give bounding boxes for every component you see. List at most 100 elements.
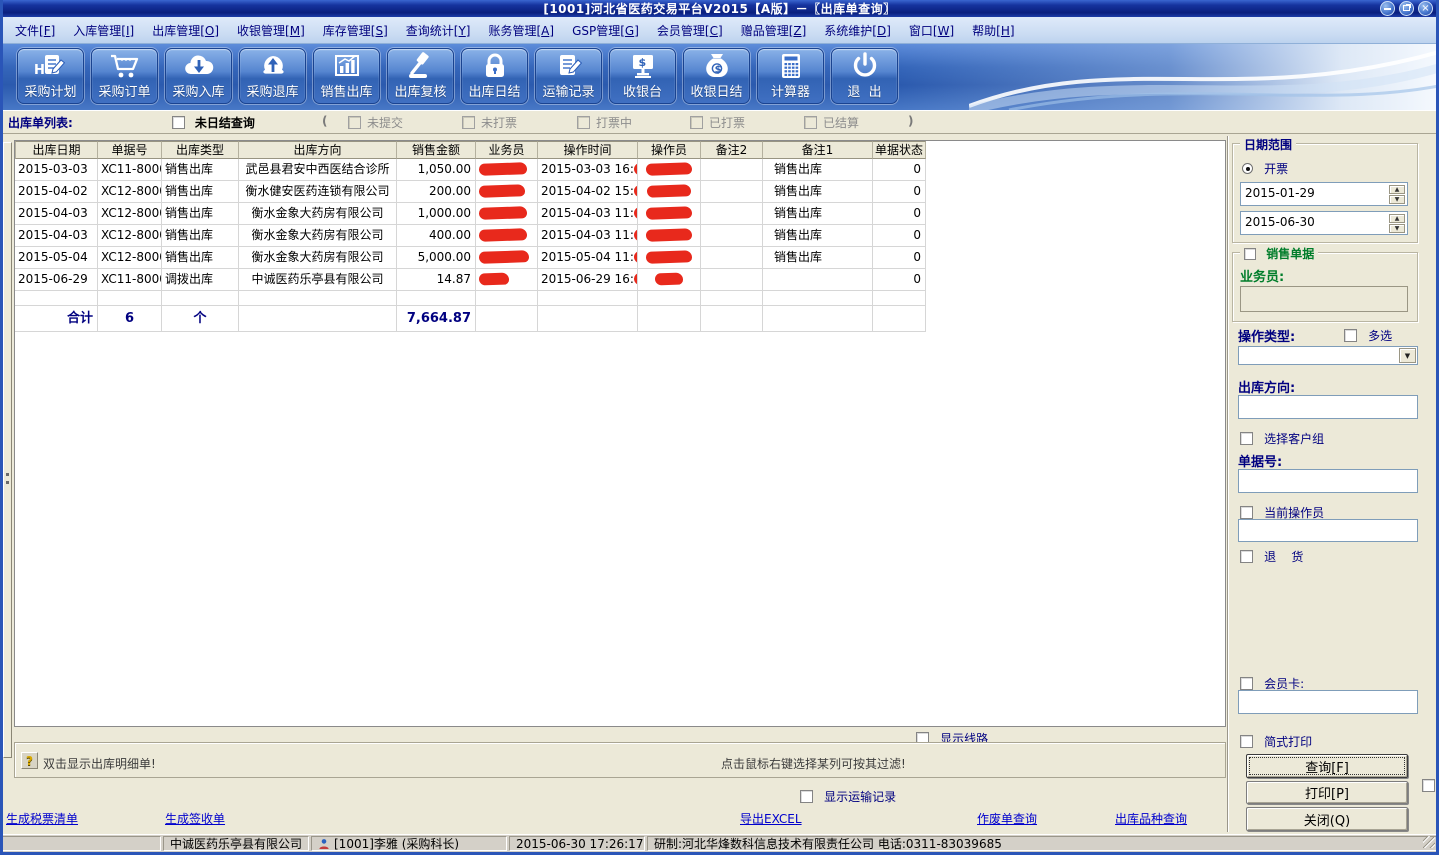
toolbar-button-cashier-dayend[interactable]: $收银日结 — [683, 48, 750, 104]
status-filter-checkbox[interactable] — [348, 116, 361, 129]
date-to-input[interactable]: 2015-06-30 ▲▼ — [1240, 211, 1408, 235]
menu-item-Y[interactable]: 查询统计[Y] — [397, 19, 480, 42]
summary-unit: 个 — [162, 306, 239, 332]
menu-item-C[interactable]: 会员管理[C] — [648, 19, 732, 42]
combobox-dropdown-icon[interactable]: ▼ — [1399, 348, 1416, 363]
table-row[interactable]: 2015-04-03XC12-80003销售出库衡水金象大药房有限公司1,000… — [15, 203, 926, 225]
cell-6: 2015-05-04 11: — [538, 247, 638, 269]
column-header-0[interactable]: 出库日期 — [15, 141, 98, 159]
status-filter-checkbox[interactable] — [804, 116, 817, 129]
cell-0: 2015-03-03 — [15, 159, 98, 181]
column-header-2[interactable]: 出库类型 — [162, 141, 239, 159]
column-header-8[interactable]: 备注2 — [701, 141, 763, 159]
close-button[interactable]: × — [1418, 1, 1433, 16]
redaction-mark — [479, 228, 527, 242]
cell-5 — [476, 203, 538, 225]
menu-item-H[interactable]: 帮助[H] — [963, 19, 1023, 42]
cell-10: 0 — [873, 225, 926, 247]
date-from-value: 2015-01-29 — [1245, 186, 1315, 200]
multi-select-checkbox[interactable] — [1344, 329, 1357, 342]
menu-item-A[interactable]: 账务管理[A] — [479, 19, 563, 42]
toolbar-button-purchase-plan[interactable]: H采购计划 — [17, 48, 84, 104]
column-header-6[interactable]: 操作时间 — [538, 141, 638, 159]
table-row[interactable]: 2015-03-03XC11-80001销售出库武邑县君安中西医结合诊所1,05… — [15, 159, 926, 181]
column-header-5[interactable]: 业务员 — [476, 141, 538, 159]
column-header-7[interactable]: 操作员 — [638, 141, 701, 159]
print-button[interactable]: 打印[P] — [1246, 781, 1408, 804]
date-to-spin-down-icon[interactable]: ▼ — [1389, 224, 1405, 233]
show-transport-checkbox[interactable] — [800, 790, 813, 803]
table-row[interactable]: 2015-04-03XC12-80004销售出库衡水金象大药房有限公司400.0… — [15, 225, 926, 247]
table-row[interactable]: 2015-04-02XC12-80002销售出库衡水健安医药连锁有限公司200.… — [15, 181, 926, 203]
generate-tax-list-link[interactable]: 生成税票清单 — [6, 810, 78, 827]
export-excel-link[interactable]: 导出EXCEL — [740, 810, 802, 827]
menu-item-S[interactable]: 库存管理[S] — [314, 19, 397, 42]
menu-item-I[interactable]: 入库管理[I] — [64, 19, 143, 42]
toolbar-button-transport-record[interactable]: 运输记录 — [535, 48, 602, 104]
restore-button[interactable] — [1399, 1, 1414, 16]
toolbar-button-calculator[interactable]: 计算器 — [757, 48, 824, 104]
return-goods-checkbox[interactable] — [1240, 550, 1253, 563]
column-header-3[interactable]: 出库方向 — [239, 141, 397, 159]
void-doc-query-link[interactable]: 作废单查询 — [977, 810, 1037, 827]
date-to-spin-up-icon[interactable]: ▲ — [1389, 214, 1405, 223]
cell-2: 销售出库 — [162, 181, 239, 203]
toolbar-button-out-dayend[interactable]: 出库日结 — [461, 48, 528, 104]
cell-1: XC12-80004 — [98, 225, 162, 247]
menu-item-G[interactable]: GSP管理[G] — [563, 19, 648, 42]
status-filter-checkbox[interactable] — [462, 116, 475, 129]
toolbar-button-out-review[interactable]: 出库复核 — [387, 48, 454, 104]
menu-item-O[interactable]: 出库管理[O] — [143, 19, 228, 42]
menu-item-M[interactable]: 收银管理[M] — [228, 19, 314, 42]
toolbar-button-cashier[interactable]: $收银台 — [609, 48, 676, 104]
close-query-button[interactable]: 关闭(Q) — [1246, 807, 1408, 831]
redaction-mark — [479, 184, 525, 198]
show-transport-label: 显示运输记录 — [824, 790, 896, 804]
toolbar-button-exit[interactable]: 退 出 — [831, 48, 898, 104]
left-splitter[interactable] — [3, 142, 12, 758]
table-row[interactable]: 2015-05-04XC12-80005销售出库衡水金象大药房有限公司5,000… — [15, 247, 926, 269]
double-click-hint: 双击显示出库明细单! — [43, 755, 156, 772]
sales-doc-checkbox[interactable] — [1244, 248, 1256, 260]
table-row[interactable]: 2015-06-29XC11-80002调拨出库中诚医药乐亭县有限公司14.87… — [15, 269, 926, 291]
column-header-10[interactable]: 单据状态 — [873, 141, 926, 159]
salesperson-input[interactable] — [1240, 286, 1408, 312]
simple-print-checkbox[interactable] — [1240, 735, 1253, 748]
operation-type-combobox[interactable]: ▼ — [1238, 346, 1418, 365]
clipped-checkbox[interactable] — [1422, 779, 1435, 792]
status-filter-checkbox[interactable] — [577, 116, 590, 129]
menu-item-D[interactable]: 系统维护[D] — [815, 19, 900, 42]
toolbar-button-purchase-in[interactable]: 采购入库 — [165, 48, 232, 104]
doc-no-input[interactable] — [1238, 469, 1418, 493]
member-card-checkbox[interactable] — [1240, 677, 1253, 690]
direction-input[interactable] — [1238, 395, 1418, 419]
resize-grip-icon[interactable] — [1423, 836, 1435, 848]
invoice-radio[interactable] — [1242, 163, 1253, 174]
customer-group-checkbox[interactable] — [1240, 432, 1253, 445]
menu-item-W[interactable]: 窗口[W] — [900, 19, 963, 42]
toolbar-button-purchase-order[interactable]: 采购订单 — [91, 48, 158, 104]
column-header-1[interactable]: 单据号 — [98, 141, 162, 159]
date-from-input[interactable]: 2015-01-29 ▲▼ — [1240, 182, 1408, 206]
doc-no-label: 单据号: — [1238, 451, 1282, 470]
toolbar-button-purchase-return[interactable]: 采购退库 — [239, 48, 306, 104]
date-from-spin-up-icon[interactable]: ▲ — [1389, 185, 1405, 194]
member-card-input[interactable] — [1238, 690, 1418, 714]
show-transport-option: 显示运输记录 — [800, 786, 896, 805]
purchase-return-icon — [256, 51, 290, 81]
menu-item-F[interactable]: 文件[F] — [6, 19, 64, 42]
current-operator-checkbox[interactable] — [1240, 506, 1253, 519]
toolbar-button-sales-out[interactable]: 销售出库 — [313, 48, 380, 104]
query-button[interactable]: 查询[F] — [1246, 754, 1408, 778]
menu-item-Z[interactable]: 赠品管理[Z] — [732, 19, 816, 42]
column-header-9[interactable]: 备注1 — [763, 141, 873, 159]
column-header-4[interactable]: 销售金额 — [397, 141, 476, 159]
date-from-spin-down-icon[interactable]: ▼ — [1389, 195, 1405, 204]
unsettled-query-checkbox[interactable] — [172, 116, 185, 129]
generate-receipt-link[interactable]: 生成签收单 — [165, 810, 225, 827]
minimize-button[interactable] — [1380, 1, 1395, 16]
cell-2: 销售出库 — [162, 203, 239, 225]
current-operator-input[interactable] — [1238, 519, 1418, 542]
status-filter-checkbox[interactable] — [690, 116, 703, 129]
outbound-variety-query-link[interactable]: 出库品种查询 — [1115, 810, 1187, 827]
